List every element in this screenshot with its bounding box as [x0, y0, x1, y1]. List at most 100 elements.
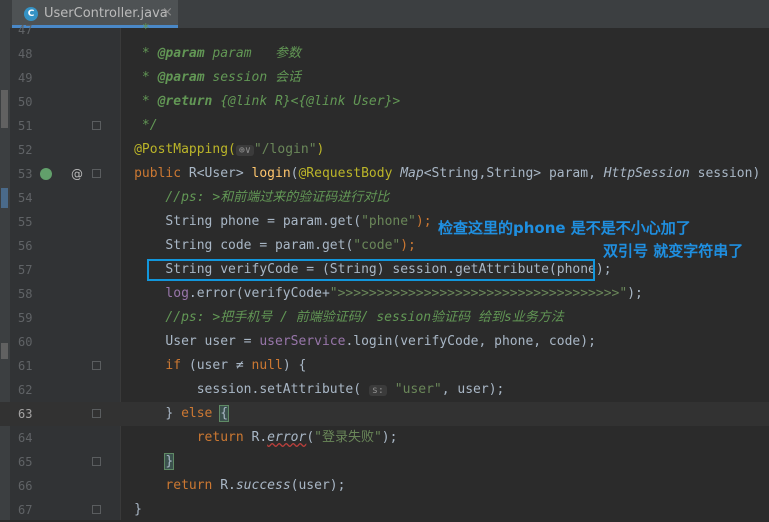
code-token: String phone =: [102, 214, 283, 229]
code-token: );: [400, 238, 416, 253]
code-token: return: [102, 430, 252, 445]
code-line[interactable]: 48 * @param param 参数: [0, 42, 769, 66]
code-token: @param: [157, 70, 205, 85]
code-line[interactable]: 52 @PostMapping(⊕∨ "/login"): [0, 138, 769, 162]
line-number: 48: [18, 47, 33, 61]
code-text: session.setAttribute( s: "user", user);: [103, 378, 505, 403]
code-line[interactable]: 51 */: [0, 114, 769, 138]
code-line[interactable]: 47 *: [0, 18, 769, 42]
line-number: 61: [18, 359, 33, 373]
code-token: success: [235, 478, 291, 493]
code-token: @param: [157, 46, 205, 61]
code-text: * @param param 参数: [103, 42, 301, 66]
code-text: log.error(verifyCode+">>>>>>>>>>>>>>>>>>…: [103, 282, 643, 306]
code-line[interactable]: 49 * @param session 会话: [0, 66, 769, 90]
highlight-box: [147, 259, 595, 281]
code-token: R.: [251, 430, 268, 445]
line-number: 60: [18, 335, 33, 349]
code-line[interactable]: 61 if (user ≠ null) {: [0, 354, 769, 378]
code-token: ">>>>>>>>>>>>>>>>>>>>>>>>>>>>>>>>>>>>": [329, 286, 628, 301]
code-token: null: [251, 358, 283, 373]
code-line[interactable]: 66 return R.success(user);: [0, 474, 769, 498]
code-token: }: [164, 453, 175, 470]
code-token: );: [627, 286, 643, 301]
code-token: }: [102, 406, 182, 421]
line-number: 63: [18, 407, 33, 421]
code-token: (: [353, 214, 362, 229]
code-line[interactable]: 54 //ps: >和前端过来的验证码进行对比: [0, 186, 769, 210]
fold-icon[interactable]: [92, 121, 101, 130]
code-token: //ps: >和前端过来的验证码进行对比: [102, 190, 390, 205]
code-token: ) {: [282, 358, 307, 373]
code-token: , user);: [441, 382, 505, 397]
code-token: }: [102, 502, 142, 517]
line-number: 64: [18, 431, 33, 445]
fold-icon[interactable]: [92, 505, 101, 514]
code-line[interactable]: 65 }: [0, 450, 769, 474]
fold-icon[interactable]: [92, 169, 101, 178]
spring-bean-icon[interactable]: [40, 168, 52, 180]
code-text: }: [103, 498, 142, 522]
line-number: 54: [18, 191, 33, 205]
code-text: return R.success(user);: [102, 474, 346, 498]
code-line[interactable]: 53 public R<User> login(@RequestBody Map…: [0, 162, 769, 186]
code-token: User user =: [102, 334, 260, 349]
line-number: 55: [18, 215, 33, 229]
line-number: 58: [18, 287, 33, 301]
code-token: );: [381, 430, 398, 445]
fold-icon[interactable]: [92, 457, 101, 466]
code-token: {: [219, 405, 230, 422]
code-line[interactable]: 64 return R.error("登录失败");: [0, 426, 769, 450]
code-line[interactable]: 67 }: [0, 498, 769, 522]
code-token: ): [316, 142, 325, 157]
line-number: 57: [18, 263, 33, 277]
code-token: "/login": [253, 142, 317, 157]
code-token: String code =: [102, 238, 275, 253]
code-token: .login(verifyCode, phone, code);: [345, 334, 596, 349]
code-token: @PostMapping(: [102, 142, 236, 157]
line-number: 49: [18, 71, 33, 85]
code-text: * @return {@link R}<{@link User}>: [103, 90, 400, 114]
code-token: R.: [220, 478, 236, 493]
code-token: public: [102, 166, 189, 181]
code-token: <String,String> param,: [423, 166, 604, 181]
line-number: 50: [18, 95, 33, 109]
code-token: userService: [259, 334, 346, 349]
code-token: param 参数: [204, 46, 302, 61]
mapping-icon[interactable]: @: [71, 162, 83, 186]
code-line[interactable]: 63 } else {: [0, 402, 769, 426]
code-token: session) {: [689, 166, 769, 181]
code-text: @PostMapping(⊕∨ "/login"): [102, 138, 325, 163]
code-token: "phone": [361, 214, 416, 229]
code-token: session 会话: [204, 70, 302, 85]
line-number: 52: [18, 143, 33, 157]
code-token: {@link R}<{@link User}>: [212, 94, 401, 109]
annotation-line-1: 检查这里的phone 是不是不小心加了: [438, 219, 691, 237]
code-token: .: [314, 238, 322, 253]
code-line[interactable]: 58 log.error(verifyCode+">>>>>>>>>>>>>>>…: [0, 282, 769, 306]
code-token: "code": [353, 238, 401, 253]
code-token: */: [102, 118, 158, 133]
line-number: 51: [18, 119, 33, 133]
code-line[interactable]: 60 User user = userService.login(verifyC…: [0, 330, 769, 354]
line-number: 59: [18, 311, 33, 325]
code-line[interactable]: 62 session.setAttribute( s: "user", user…: [0, 378, 769, 402]
fold-icon[interactable]: [92, 409, 101, 418]
code-token: session.setAttribute(: [102, 382, 369, 397]
line-number: 47: [18, 23, 33, 37]
code-line[interactable]: 50 * @return {@link R}<{@link User}>: [0, 90, 769, 114]
code-token: .error(verifyCode+: [188, 286, 330, 301]
code-text: }: [103, 450, 175, 474]
line-number: 67: [18, 503, 33, 517]
code-token: return: [102, 478, 221, 493]
code-token: (user ≠: [188, 358, 252, 373]
code-token: @RequestBody: [298, 166, 401, 181]
code-token: (user);: [290, 478, 346, 493]
code-text: public R<User> login(@RequestBody Map<St…: [103, 162, 769, 186]
code-token: R<User>: [188, 166, 252, 181]
code-text: */: [103, 114, 158, 138]
fold-icon[interactable]: [92, 361, 101, 370]
code-token: Map: [400, 166, 424, 181]
code-line[interactable]: 59 //ps: >把手机号 / 前端验证码/ session验证码 给到s业务…: [0, 306, 769, 330]
